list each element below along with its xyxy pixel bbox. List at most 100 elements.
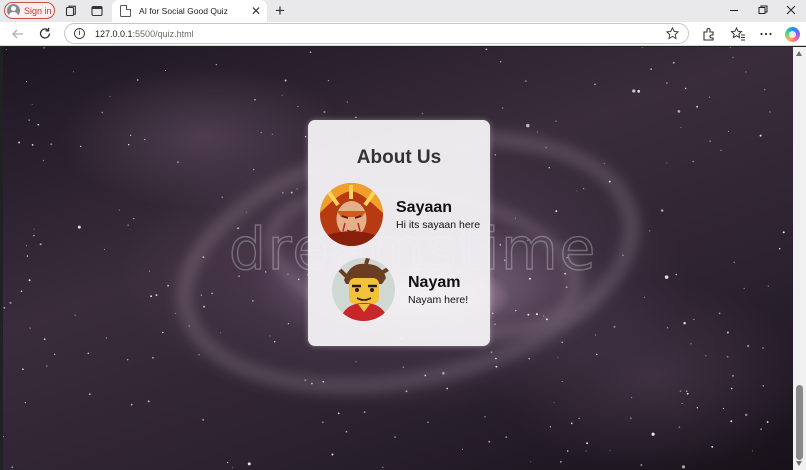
more-icon[interactable]: [757, 25, 775, 43]
favorites-icon[interactable]: [729, 25, 747, 43]
star-dot: [37, 123, 40, 126]
star-icon[interactable]: [665, 26, 680, 41]
star-dot: [745, 71, 747, 73]
star-dot: [72, 71, 75, 73]
star-dot: [427, 421, 429, 423]
star-dot: [582, 187, 585, 190]
star-dot: [18, 141, 21, 144]
star-dot: [346, 101, 348, 103]
star-dot: [672, 61, 675, 64]
star-dot: [309, 51, 312, 53]
star-dot: [762, 347, 764, 349]
star-dot: [651, 432, 655, 436]
star-dot: [711, 445, 714, 448]
tab-title: AI for Social Good Quiz: [139, 6, 228, 16]
star-dot: [727, 130, 730, 132]
star-dot: [743, 287, 745, 290]
star-dot: [198, 354, 200, 356]
star-dot: [126, 358, 129, 361]
workspaces-icon[interactable]: [64, 4, 78, 18]
star-dot: [641, 47, 643, 48]
star-dot: [219, 332, 221, 334]
star-dot: [28, 279, 31, 282]
star-dot: [730, 420, 733, 423]
star-dot: [25, 245, 28, 247]
extensions-icon[interactable]: [700, 25, 718, 43]
star-dot: [555, 120, 557, 122]
star-dot: [762, 385, 765, 387]
star-dot: [613, 325, 616, 328]
tab-active[interactable]: AI for Social Good Quiz ✕: [112, 0, 267, 22]
star-dot: [24, 401, 27, 404]
vertical-scrollbar[interactable]: [793, 47, 806, 470]
star-dot: [337, 412, 340, 415]
minimize-icon[interactable]: [725, 3, 743, 17]
star-dot: [666, 82, 668, 84]
star-dot: [221, 196, 223, 199]
star-dot: [501, 107, 504, 109]
star-dot: [495, 357, 497, 360]
star-dot: [637, 89, 641, 93]
star-dot: [744, 413, 748, 417]
star-dot: [45, 365, 48, 367]
reload-icon[interactable]: [36, 25, 54, 43]
back-icon[interactable]: [9, 25, 27, 43]
star-dot: [681, 465, 686, 469]
star-dot: [726, 355, 729, 358]
star-dot: [322, 421, 324, 423]
star-dot: [560, 461, 562, 463]
star-dot: [660, 209, 664, 212]
star-dot: [555, 210, 558, 213]
sign-in-button[interactable]: Sign in: [4, 2, 55, 19]
star-dot: [595, 353, 598, 356]
star-dot: [130, 403, 133, 406]
star-dot: [640, 464, 643, 466]
member-name: Nayam: [408, 274, 461, 291]
star-dot: [570, 422, 573, 425]
copilot-icon[interactable]: [785, 27, 800, 42]
star-dot: [763, 88, 766, 91]
star-dot: [527, 313, 530, 316]
star-dot: [311, 382, 313, 385]
scroll-down-icon[interactable]: [796, 461, 802, 466]
star-dot: [732, 56, 734, 59]
scroll-thumb[interactable]: [796, 385, 803, 460]
star-dot: [104, 248, 106, 250]
star-dot: [127, 224, 129, 226]
info-icon[interactable]: i: [74, 28, 85, 39]
star-dot: [690, 343, 692, 345]
star-dot: [20, 290, 23, 293]
star-dot: [500, 61, 502, 63]
star-dot: [696, 407, 699, 409]
star-dot: [5, 49, 7, 51]
star-dot: [683, 321, 686, 325]
window-close-icon[interactable]: [782, 3, 800, 17]
star-dot: [148, 270, 150, 272]
star-dot: [528, 358, 530, 360]
star-dot: [290, 191, 293, 194]
plus-icon[interactable]: +: [272, 1, 288, 21]
star-dot: [678, 426, 681, 428]
star-dot: [609, 449, 611, 451]
star-dot: [461, 448, 464, 450]
member-card-nayam: Nayam Nayam here!: [332, 258, 468, 321]
star-dot: [492, 312, 494, 314]
address-bar[interactable]: i 127.0.0.1:5500/quiz.html: [64, 23, 689, 44]
star-dot: [287, 323, 290, 325]
star-dot: [566, 450, 569, 452]
star-dot: [594, 83, 596, 85]
star-dot: [557, 356, 559, 358]
star-dot: [136, 79, 139, 81]
restore-icon[interactable]: [754, 3, 772, 17]
star-dot: [227, 461, 229, 464]
star-dot: [692, 160, 694, 163]
scroll-up-icon[interactable]: [796, 51, 802, 56]
star-dot: [524, 80, 527, 83]
page-viewport: dreamstime About Us Sayaan Hi it: [3, 47, 793, 470]
star-dot: [127, 143, 130, 146]
star-dot: [394, 436, 397, 439]
star-dot: [147, 400, 150, 403]
tab-actions-icon[interactable]: [90, 4, 104, 18]
close-icon[interactable]: ✕: [249, 4, 263, 18]
star-dot: [664, 275, 669, 279]
